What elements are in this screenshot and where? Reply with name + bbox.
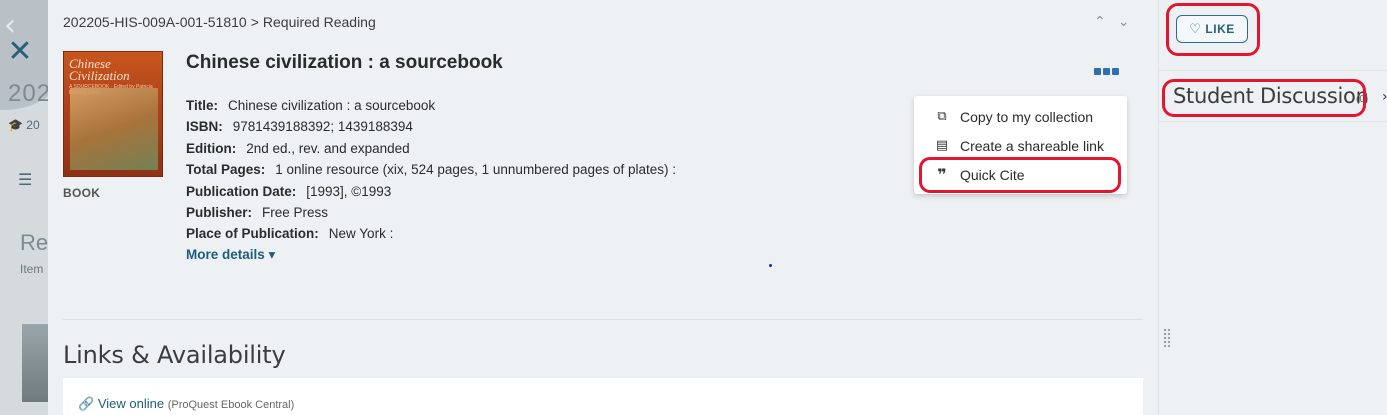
record-panel: 202205-HIS-009A-001-51810 > Required Readi… <box>48 0 1158 415</box>
resource-type-label: BOOK <box>63 186 101 200</box>
detail-row: Title: Chinese civilization : a sourceboo… <box>186 95 676 116</box>
menu-item-create-shareable-link[interactable]: ▤ Create a shareable link <box>914 131 1127 160</box>
background-course-line: 🎓 20 <box>8 118 40 132</box>
cursor-dot <box>769 264 772 267</box>
book-cover[interactable]: Chinese Civilization A SOURCEBOOK · Edit… <box>63 51 163 177</box>
background-thumbnail <box>22 324 48 402</box>
graduation-cap-icon: 🎓 <box>8 118 23 132</box>
more-actions-button[interactable] <box>1094 64 1122 78</box>
section-divider <box>63 319 1143 320</box>
view-online-link[interactable]: View online <box>98 396 164 411</box>
detail-value: 9781439188392; 1439188394 <box>232 119 413 135</box>
detail-value: Chinese civilization : a sourcebook <box>228 98 436 113</box>
record-navigation: ⌃⌄ <box>1094 14 1141 30</box>
record-title: Chinese civilization : a sourcebook <box>186 52 503 73</box>
detail-value: 1 online resource (xix, 524 pages, 1 unn… <box>275 162 677 178</box>
dot <box>1112 67 1119 75</box>
detail-row: ISBN: 9781439188392; 1439188394 <box>186 116 676 137</box>
share-link-icon: ▤ <box>935 138 949 153</box>
background-heading: Re <box>20 230 48 255</box>
links-availability-heading: Links & Availability <box>63 341 286 369</box>
list-icon[interactable]: ☰ <box>18 170 32 190</box>
record-details: Title: Chinese civilization : a sourceboo… <box>186 95 676 245</box>
detail-label: Publication Date: <box>186 183 297 199</box>
breadcrumb-course-code[interactable]: 202205-HIS-009A-001-51810 <box>63 14 247 30</box>
menu-item-label: Create a shareable link <box>960 137 1104 154</box>
menu-item-copy-to-collection[interactable]: ⧉ Copy to my collection <box>914 102 1127 131</box>
breadcrumb: 202205-HIS-009A-001-51810 > Required Readi… <box>63 14 376 30</box>
previous-record-icon[interactable]: ⌃ <box>1094 14 1118 30</box>
more-details-label: More details <box>186 247 265 262</box>
dot <box>1103 67 1110 75</box>
detail-label: Publisher: <box>186 204 253 220</box>
dot <box>1094 67 1101 75</box>
link-icon: 🔗 <box>78 396 95 411</box>
detail-row: Place of Publication: New York : <box>186 223 676 244</box>
background-course-code: 202 <box>8 80 48 107</box>
background-items-count: Item <box>20 262 44 276</box>
detail-value: New York : <box>328 226 394 242</box>
detail-value: Free Press <box>262 204 329 220</box>
caret-down-icon: ▾ <box>268 247 276 262</box>
breadcrumb-section: Required Reading <box>262 14 376 30</box>
view-online-row: 🔗 View online (ProQuest Ebook Central) <box>78 396 294 412</box>
background-course-text: 20 <box>26 118 40 132</box>
menu-item-label: Copy to my collection <box>960 108 1094 125</box>
close-icon[interactable]: ✕ <box>6 37 34 67</box>
quick-cite-highlight <box>919 157 1121 193</box>
detail-value: 2nd ed., rev. and expanded <box>246 140 410 156</box>
breadcrumb-separator: > <box>250 14 259 30</box>
sidebar-divider <box>1159 70 1387 71</box>
discussion-highlight <box>1162 79 1366 117</box>
detail-row: Total Pages: 1 online resource (xix, 524 … <box>186 159 676 180</box>
detail-value: [1993], ©1993 <box>306 183 392 199</box>
detail-label: ISBN: <box>186 119 223 135</box>
detail-label: Place of Publication: <box>186 226 319 242</box>
resize-handle-icon[interactable] <box>1163 328 1171 348</box>
detail-label: Title: <box>186 98 219 113</box>
detail-label: Edition: <box>186 140 237 156</box>
detail-label: Total Pages: <box>186 162 266 178</box>
detail-row: Edition: 2nd ed., rev. and expanded <box>186 138 676 159</box>
cover-artwork <box>70 88 158 170</box>
more-details-link[interactable]: More details ▾ <box>186 247 275 263</box>
detail-row: Publisher: Free Press <box>186 202 676 223</box>
next-record-icon[interactable]: ⌄ <box>1118 14 1142 30</box>
right-sidebar: ♡ LIKE Student Discussion (0) › <box>1158 0 1387 415</box>
cover-title: Chinese Civilization <box>69 56 130 83</box>
chevron-right-icon[interactable]: › <box>1382 89 1387 105</box>
copy-icon: ⧉ <box>937 109 947 124</box>
like-highlight <box>1166 3 1260 56</box>
view-online-source: (ProQuest Ebook Central) <box>167 399 295 411</box>
background-page: ‹ ✕ 202 🎓 20 ☰ Re Item <box>0 0 48 415</box>
detail-row: Publication Date: [1993], ©1993 <box>186 181 676 202</box>
sidebar-divider <box>1159 121 1387 122</box>
